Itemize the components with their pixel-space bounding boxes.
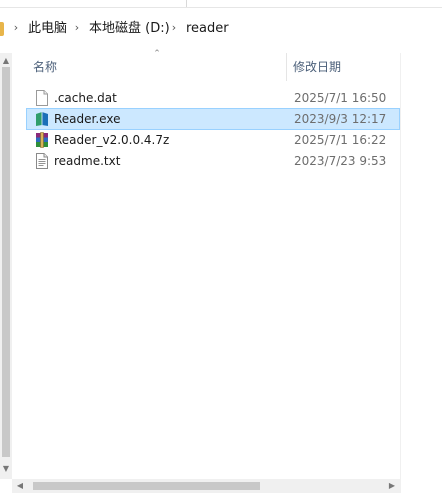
horizontal-scrollbar[interactable]: ◀ ▶ <box>12 479 400 493</box>
breadcrumb-this-pc[interactable]: 此电脑 <box>28 21 67 37</box>
text-file-icon <box>36 153 48 169</box>
chevron-right-icon[interactable]: › <box>12 21 20 35</box>
column-header-row: ⌃ 名称 修改日期 <box>26 49 400 81</box>
file-list-pane: ▲ ▼ ⌃ 名称 修改日期 .cache.dat 2025/7/1 16:50 <box>0 49 442 493</box>
address-bar[interactable]: › 此电脑 › 本地磁盘 (D:) › reader <box>0 14 442 46</box>
scroll-left-icon[interactable]: ◀ <box>14 480 26 492</box>
horizontal-scroll-thumb[interactable] <box>33 482 260 490</box>
chevron-right-icon[interactable]: › <box>170 21 178 35</box>
ribbon-separator <box>186 0 187 7</box>
ribbon-remnant <box>0 0 442 8</box>
file-name: readme.txt <box>54 154 121 168</box>
chevron-right-icon[interactable]: › <box>73 21 81 35</box>
column-header-name[interactable]: 名称 <box>33 59 57 75</box>
file-explorer-window: › 此电脑 › 本地磁盘 (D:) › reader ▲ ▼ ⌃ 名称 修改日期 <box>0 0 442 493</box>
pane-divider <box>400 53 401 493</box>
file-name: Reader_v2.0.0.4.7z <box>54 133 170 147</box>
book-app-icon <box>36 112 48 126</box>
file-row[interactable]: .cache.dat 2025/7/1 16:50 <box>26 87 400 109</box>
document-icon <box>36 90 48 106</box>
file-date: 2025/7/1 16:22 <box>294 133 387 147</box>
column-header-date[interactable]: 修改日期 <box>293 59 341 75</box>
scroll-down-icon[interactable]: ▼ <box>0 463 12 475</box>
folder-icon <box>0 22 4 36</box>
scroll-right-icon[interactable]: ▶ <box>386 480 398 492</box>
vertical-scrollbar[interactable]: ▲ ▼ <box>0 53 12 479</box>
file-date: 2023/7/23 9:53 <box>294 154 387 168</box>
column-divider[interactable] <box>286 53 287 81</box>
file-name: .cache.dat <box>54 91 117 105</box>
file-date: 2023/9/3 12:17 <box>294 112 387 126</box>
sort-ascending-icon: ⌃ <box>153 49 161 59</box>
vertical-scroll-thumb[interactable] <box>2 67 10 457</box>
file-row[interactable]: readme.txt 2023/7/23 9:53 <box>26 150 400 172</box>
breadcrumb-reader[interactable]: reader <box>186 21 229 37</box>
file-name: Reader.exe <box>54 112 121 126</box>
file-row[interactable]: Reader_v2.0.0.4.7z 2025/7/1 16:22 <box>26 129 400 151</box>
archive-icon <box>36 132 48 148</box>
scroll-up-icon[interactable]: ▲ <box>0 55 12 67</box>
file-date: 2025/7/1 16:50 <box>294 91 387 105</box>
file-row-selected[interactable]: Reader.exe 2023/9/3 12:17 <box>26 108 400 130</box>
breadcrumb-local-disk[interactable]: 本地磁盘 (D:) <box>89 21 170 37</box>
